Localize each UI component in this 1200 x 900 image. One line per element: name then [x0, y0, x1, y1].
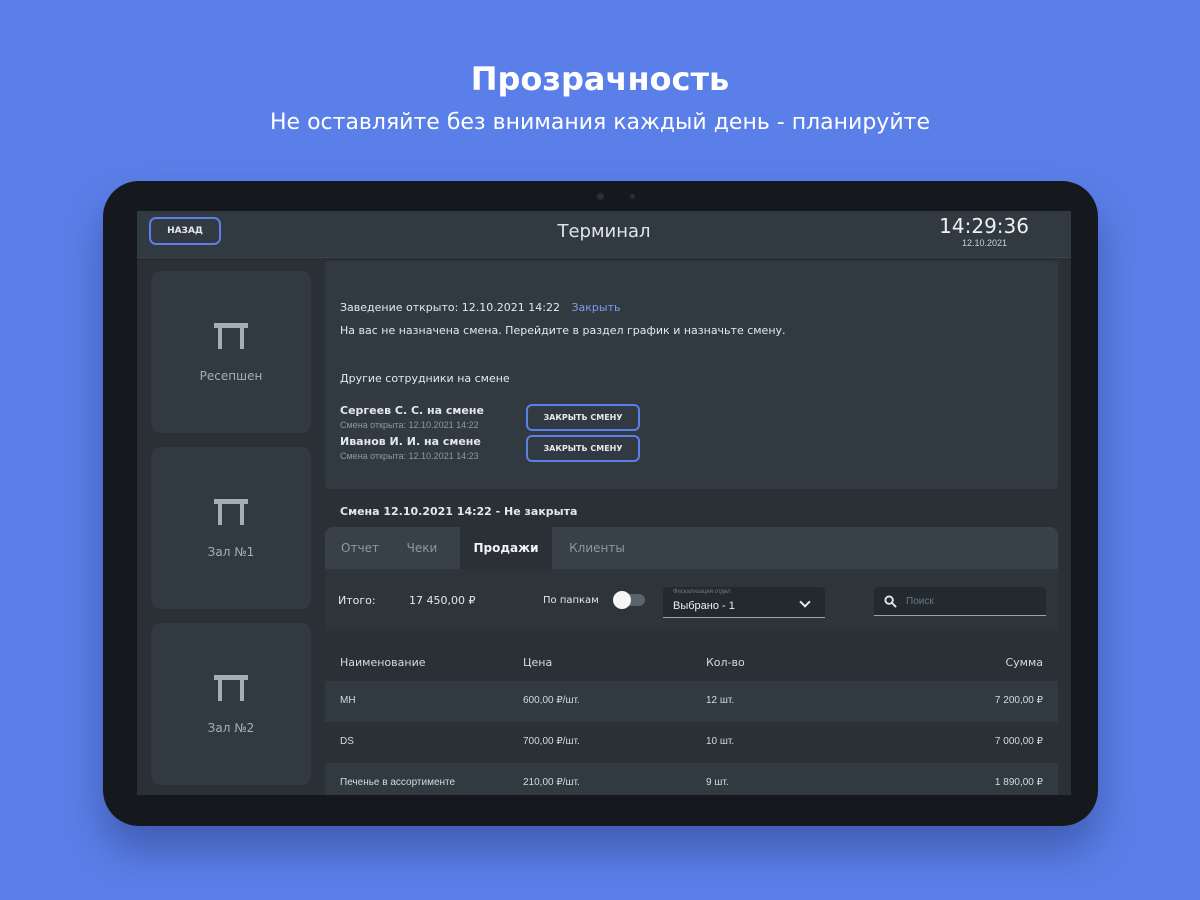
table-row[interactable]: DS 700,00 ₽/шт. 10 шт. 7 000,00 ₽	[325, 722, 1058, 763]
table-row[interactable]: МН 600,00 ₽/шт. 12 шт. 7 200,00 ₽	[325, 681, 1058, 722]
sidebar-item-hall-2[interactable]: Зал №2	[151, 623, 311, 785]
opened-text: Заведение открыто: 12.10.2021 14:22	[340, 301, 560, 314]
camera-dot	[597, 193, 604, 200]
establishment-info-panel: Заведение открыто: 12.10.2021 14:22 Закр…	[325, 261, 1058, 489]
staff-shift-opened: Смена открыта: 12.10.2021 14:22	[340, 420, 479, 430]
cell-name: МН	[340, 695, 356, 706]
cell-sum: 1 890,00 ₽	[994, 777, 1043, 788]
sensor-dot	[630, 194, 635, 199]
folders-label: По папкам	[543, 595, 599, 606]
folders-toggle[interactable]	[613, 591, 645, 609]
cell-name: Печенье в ассортименте	[340, 777, 456, 788]
shift-title: Смена 12.10.2021 14:22 - Не закрыта	[340, 505, 578, 518]
close-shift-button[interactable]: ЗАКРЫТЬ СМЕНУ	[526, 404, 640, 431]
total-label: Итого:	[338, 594, 376, 607]
table-icon	[214, 499, 248, 525]
promo-subtitle: Не оставляйте без внимания каждый день -…	[270, 110, 930, 135]
clock-time: 14:29:36	[939, 214, 1029, 238]
fiscal-department-select[interactable]: Фискализация отдел Выбрано - 1	[663, 587, 825, 618]
app-screen: НАЗАД Терминал 14:29:36 12.10.2021 Ресеп…	[137, 211, 1071, 795]
sidebar-item-label: Зал №1	[207, 545, 255, 559]
chevron-down-icon	[799, 596, 811, 608]
table-icon	[214, 323, 248, 349]
sales-panel: Итого: 17 450,00 ₽ По папкам Фискализаци…	[325, 569, 1058, 795]
app-title: Терминал	[557, 221, 651, 242]
column-header-qty: Кол-во	[706, 656, 745, 669]
cell-name: DS	[340, 736, 354, 747]
sidebar-item-label: Ресепшен	[199, 369, 263, 383]
cell-qty: 10 шт.	[706, 736, 735, 747]
cell-sum: 7 200,00 ₽	[994, 695, 1043, 706]
column-header-price: Цена	[523, 656, 553, 669]
close-establishment-link[interactable]: Закрыть	[572, 301, 621, 314]
opened-status: Заведение открыто: 12.10.2021 14:22 Закр…	[340, 301, 621, 314]
table-row[interactable]: Печенье в ассортименте 210,00 ₽/шт. 9 шт…	[325, 763, 1058, 795]
sales-toolbar: Итого: 17 450,00 ₽ По папкам Фискализаци…	[325, 569, 1058, 631]
sidebar-item-hall-1[interactable]: Зал №1	[151, 447, 311, 609]
cell-price: 700,00 ₽/шт.	[523, 736, 580, 747]
main-content: Заведение открыто: 12.10.2021 14:22 Закр…	[325, 261, 1058, 795]
no-shift-message: На вас не назначена смена. Перейдите в р…	[340, 324, 786, 337]
promo-title: Прозрачность	[470, 60, 730, 98]
tab-report[interactable]: Отчет	[325, 527, 395, 569]
column-header-name: Наименование	[340, 656, 426, 669]
other-staff-heading: Другие сотрудники на смене	[340, 372, 510, 385]
total-value: 17 450,00 ₽	[409, 594, 476, 607]
search-input[interactable]	[906, 592, 1036, 610]
cell-price: 210,00 ₽/шт.	[523, 777, 580, 788]
search-box	[874, 587, 1046, 616]
select-value: Выбрано - 1	[673, 600, 735, 612]
tab-sales[interactable]: Продажи	[460, 527, 552, 569]
sidebar-item-label: Зал №2	[207, 721, 255, 735]
cell-qty: 12 шт.	[706, 695, 735, 706]
cell-qty: 9 шт.	[706, 777, 729, 788]
tab-clients[interactable]: Клиенты	[555, 527, 639, 569]
staff-shift-opened: Смена открыта: 12.10.2021 14:23	[340, 451, 479, 461]
clock-date: 12.10.2021	[961, 238, 1007, 248]
staff-name: Иванов И. И. на смене	[340, 435, 481, 448]
toggle-knob	[613, 591, 631, 609]
table-icon	[214, 675, 248, 701]
close-shift-button[interactable]: ЗАКРЫТЬ СМЕНУ	[526, 435, 640, 462]
search-icon	[884, 595, 897, 608]
select-caption: Фискализация отдел	[673, 589, 731, 595]
cell-sum: 7 000,00 ₽	[994, 736, 1043, 747]
staff-name: Сергеев С. С. на смене	[340, 404, 484, 417]
sidebar-item-reception[interactable]: Ресепшен	[151, 271, 311, 433]
top-bar: НАЗАД Терминал 14:29:36 12.10.2021	[137, 211, 1071, 258]
column-header-sum: Сумма	[1005, 656, 1043, 669]
tab-bar: Отчет Чеки Продажи Клиенты	[325, 527, 1058, 569]
cell-price: 600,00 ₽/шт.	[523, 695, 580, 706]
tab-receipts[interactable]: Чеки	[387, 527, 457, 569]
